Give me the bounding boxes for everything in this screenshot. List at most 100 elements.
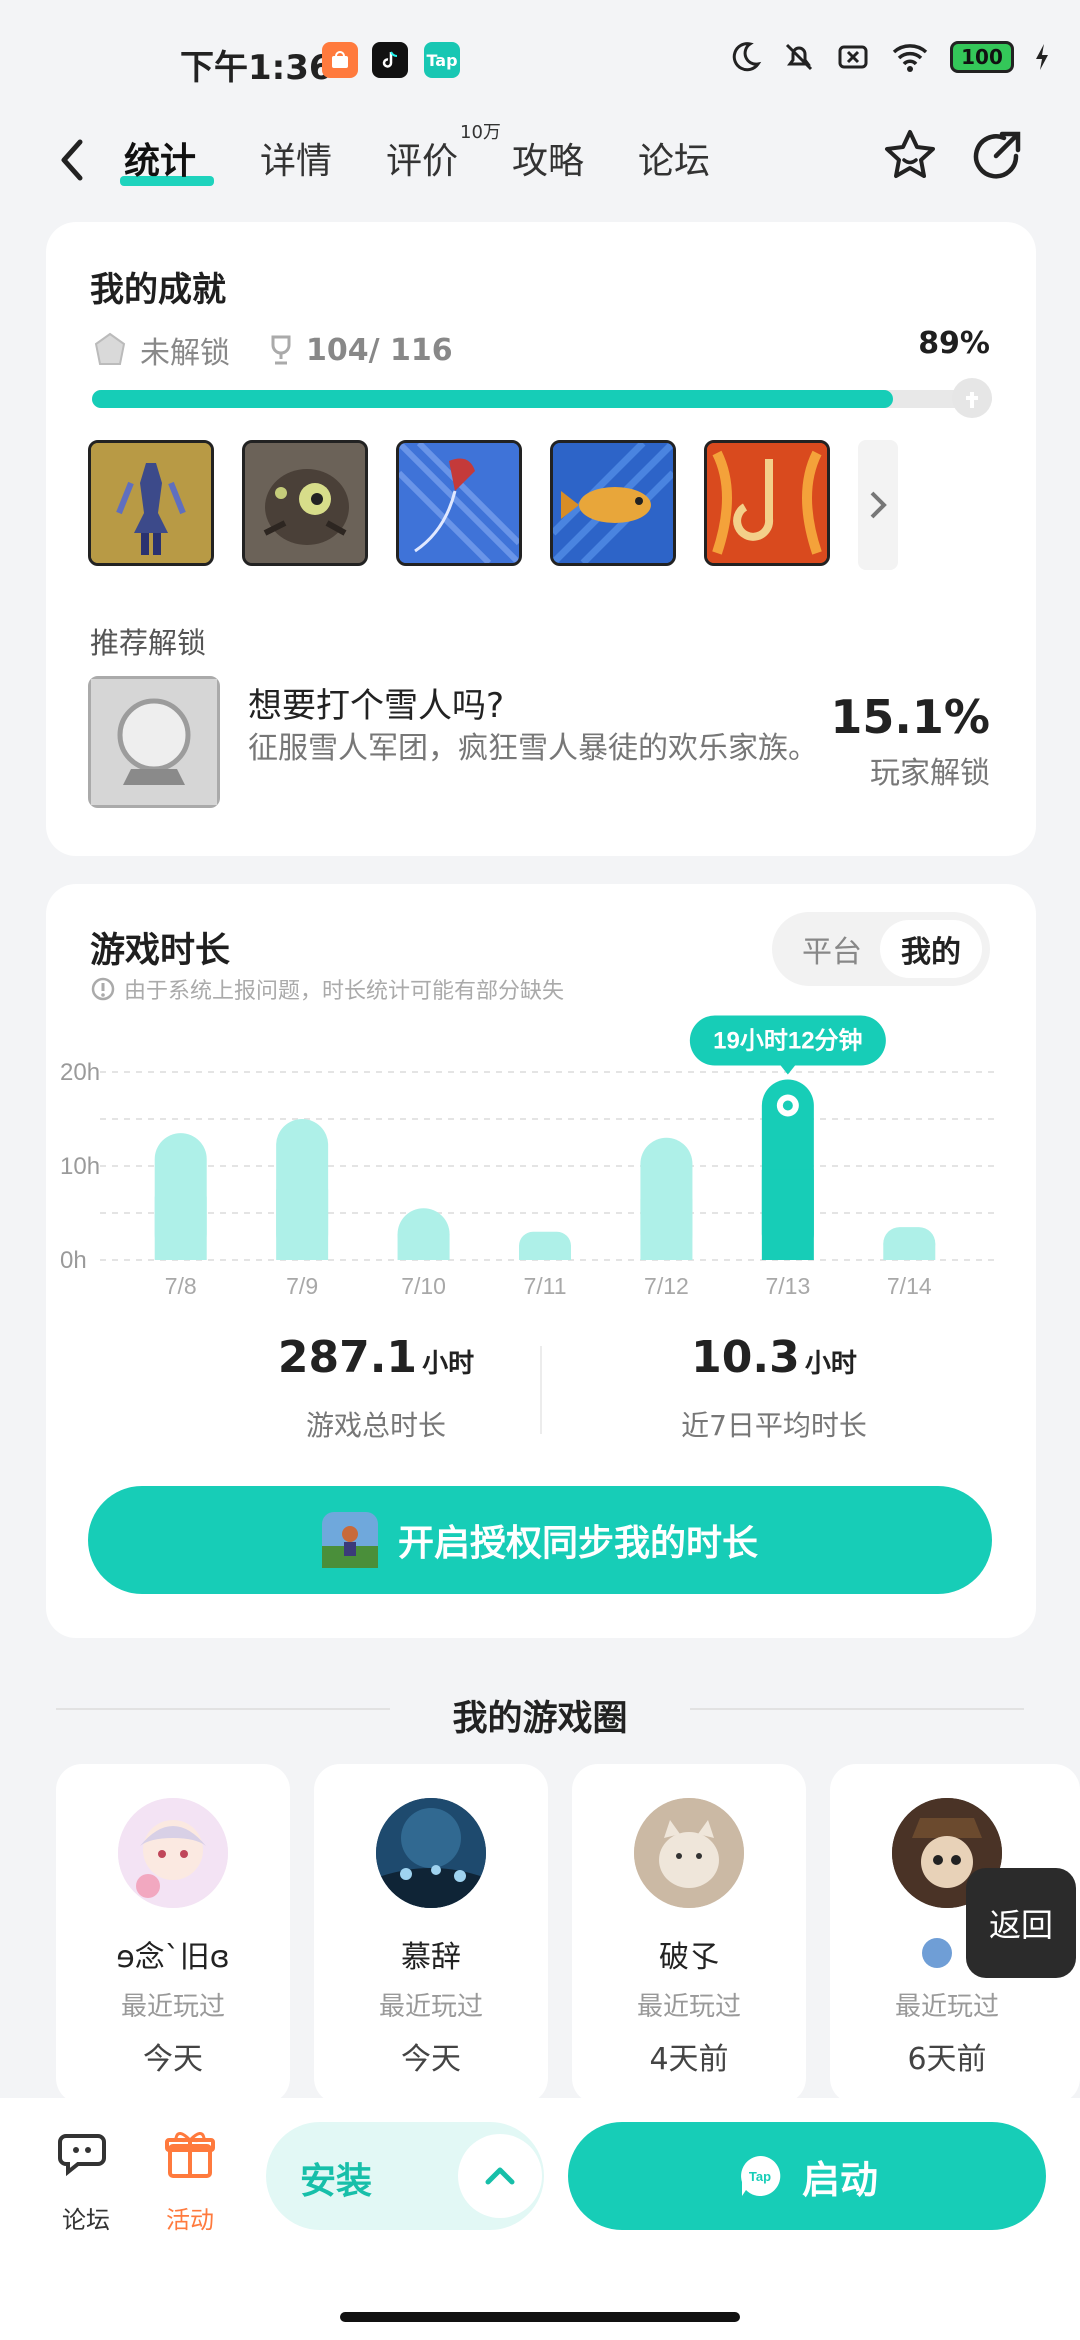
game-circle-title: 我的游戏圈 [452,1699,628,1739]
achievement-count: 104/ 116 [306,332,453,368]
tab-reviews[interactable]: 评价 [386,132,458,184]
return-button[interactable]: 返回 [966,1868,1076,1978]
chevron-up-icon[interactable] [458,2134,542,2218]
sim-off-icon [838,45,868,69]
toggle-mine[interactable]: 我的 [880,920,982,978]
avatar [118,1798,228,1908]
recommend-title: 想要打个雪人吗? [248,686,505,726]
achievement-fire-hook-icon[interactable] [704,440,830,566]
friend-last-played-time: 4天前 [649,2042,729,2077]
battery-indicator: 100 [950,41,1014,73]
friend-name: 破孓 [659,1940,719,1975]
achievements-title: 我的成就 [90,270,226,310]
total-playtime-value: 287.1 [277,1332,418,1383]
recommend-unlock-label: 玩家解锁 [870,756,990,791]
moon-icon [732,42,762,72]
friend-name: 慕辞 [401,1940,461,1975]
tiktok-app-icon [372,42,408,78]
playtime-bar-base [519,1245,571,1260]
x-tick-label: 7/9 [286,1273,318,1299]
launch-button[interactable]: Tap 启动 [568,2122,1046,2230]
y-tick-label: 20h [60,1059,100,1086]
friend-last-played-time: 6天前 [907,2042,987,2077]
recommend-description: 征服雪人军团，疯狂雪人暴徒的欢乐家族。 [248,731,818,766]
stat-divider [540,1346,542,1434]
avatar [376,1798,486,1908]
activity-gift-icon[interactable] [162,2126,218,2182]
x-tick-label: 7/13 [765,1273,810,1299]
tab-forum[interactable]: 论坛 [638,132,710,184]
friend-name: ɘ念ˋ旧ɞ [116,1940,230,1975]
playtime-bar-base [154,1196,207,1260]
back-arrow-icon[interactable] [52,130,92,190]
shop-app-icon [322,42,358,78]
locked-label: 未解锁 [140,336,230,371]
achievement-kite-icon[interactable] [396,440,522,566]
achievement-progress-fill [92,390,893,408]
playtime-bar-base [761,1169,814,1260]
recommend-achievement-icon[interactable] [88,676,220,808]
share-icon[interactable] [968,126,1028,186]
x-tick-label: 7/11 [523,1273,566,1299]
recommend-label: 推荐解锁 [90,626,207,660]
x-tick-label: 7/14 [887,1273,932,1299]
friend-last-played-label: 最近玩过 [636,1992,741,2022]
achievement-percent: 89% [918,326,990,361]
toggle-platform[interactable]: 平台 [784,920,880,978]
home-indicator [340,2312,740,2322]
forum-chat-icon[interactable] [58,2128,114,2180]
recommend-unlock-percent: 15.1% [830,690,990,744]
avatar [634,1798,744,1908]
mute-bell-icon [785,43,813,71]
favorite-star-icon[interactable] [880,126,940,186]
playtime-bar-base [276,1189,329,1260]
status-time: 下午1:36 [180,48,333,88]
forum-label[interactable]: 论坛 [46,2200,126,2235]
trophy-icon [271,335,291,365]
friend-last-played-label: 最近玩过 [894,1992,999,2022]
total-playtime: 287.1 小时 [176,1332,576,1383]
y-tick-label: 10h [60,1153,100,1180]
friend-card[interactable]: ɘ念ˋ旧ɞ 最近玩过 今天 [56,1764,290,2104]
charging-icon [1036,44,1048,70]
tab-details[interactable]: 详情 [260,132,332,184]
progress-end-marker [952,378,992,418]
playtime-bar-base [883,1243,936,1260]
playtime-chart: 0h 10h 20h 7/8 7/9 7/10 7/11 7/12 7/13 19小时12分钟 7/… [60,1015,1000,1299]
review-count-badge: 10万 [460,122,501,143]
playtime-bar-base [640,1198,693,1260]
tab-guides[interactable]: 攻略 [512,132,584,184]
activity-label[interactable]: 活动 [150,2200,230,2235]
x-tick-label: 7/12 [644,1273,689,1299]
achievement-armor-icon[interactable] [88,440,214,566]
highlight-dot-inner [782,1100,793,1111]
friend-last-played-label: 最近玩过 [378,1992,483,2022]
install-label[interactable]: 安装 [300,2152,372,2204]
info-icon [91,977,115,1001]
svg-text:Tap: Tap [749,2169,771,2184]
friend-last-played-time: 今天 [401,2042,461,2077]
tap-app-icon: Tap [424,42,460,78]
avg-playtime-label: 近7日平均时长 [681,1409,867,1442]
friend-last-played-time: 今天 [143,2042,203,2077]
avg-playtime: 10.3 小时 [574,1332,974,1383]
highlight-tooltip-pointer [779,1064,796,1075]
friend-card[interactable]: 慕辞 最近玩过 今天 [314,1764,548,2104]
avg-playtime-value: 10.3 [691,1332,800,1383]
x-tick-label: 7/10 [401,1273,446,1299]
achievement-fish-icon[interactable] [550,440,676,566]
locked-crystal-icon [94,332,126,365]
total-playtime-label: 游戏总时长 [305,1409,446,1442]
achievements-more-chevron-icon[interactable] [858,440,898,570]
tab-stats[interactable]: 统计 [124,132,196,184]
total-playtime-unit: 小时 [422,1349,475,1379]
playtime-bar-base [397,1234,450,1260]
avg-playtime-unit: 小时 [804,1349,857,1379]
tap-logo-icon: Tap [741,2155,781,2196]
playtime-note: 由于系统上报问题，时长统计可能有部分缺失 [90,973,564,1005]
friend-card[interactable]: 破孓 最近玩过 4天前 [572,1764,806,2104]
sync-playtime-button[interactable]: 开启授权同步我的时长 [88,1486,992,1594]
highlight-tooltip-label: 19小时12分钟 [713,1028,862,1055]
playtime-title: 游戏时长 [90,931,231,971]
achievement-creature-icon[interactable] [242,440,368,566]
